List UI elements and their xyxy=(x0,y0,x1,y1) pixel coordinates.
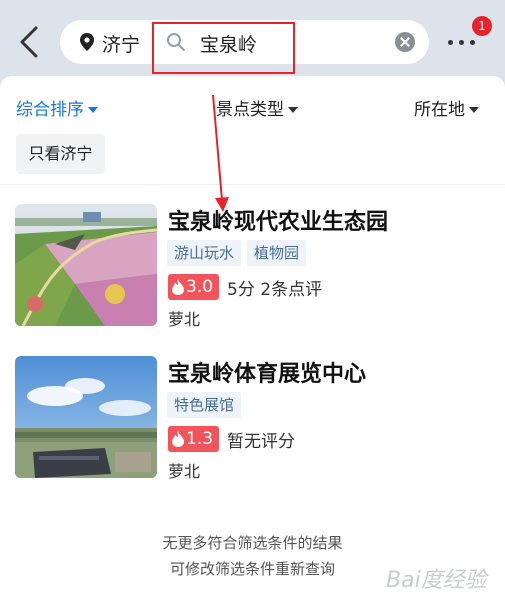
heat-value: 1.3 xyxy=(186,429,214,449)
empty-results-message: 无更多符合筛选条件的结果 xyxy=(162,534,343,552)
tag-list: 特色展馆 xyxy=(167,392,247,418)
district-label: 萝北 xyxy=(168,462,201,481)
heat-value: 3.0 xyxy=(186,277,214,297)
more-options-button[interactable] xyxy=(444,32,480,52)
sort-filter[interactable]: 综合排序 xyxy=(16,95,98,120)
result-card[interactable]: 宝泉岭现代农业生态园 游山玩水 植物园 3.0 5分 2条点评 萝北 xyxy=(0,204,505,334)
clear-icon[interactable] xyxy=(395,32,415,52)
tag: 植物园 xyxy=(247,240,307,266)
caret-down-icon xyxy=(88,107,98,113)
result-thumbnail xyxy=(15,204,157,326)
location-filter-label: 所在地 xyxy=(414,100,465,120)
heat-badge: 3.0 xyxy=(168,274,220,300)
filter-bar: 综合排序 景点类型 所在地 xyxy=(0,76,505,136)
tag-list: 游山玩水 植物园 xyxy=(167,240,312,266)
tag: 特色展馆 xyxy=(167,392,242,418)
location-pin-icon xyxy=(80,33,94,51)
category-filter-label: 景点类型 xyxy=(216,100,284,120)
annotation-highlight-box xyxy=(152,22,295,74)
top-bar: 济宁 宝泉岭 1 xyxy=(0,0,505,86)
divider xyxy=(0,184,505,185)
caret-down-icon xyxy=(469,107,479,113)
back-button[interactable] xyxy=(14,24,46,60)
rating-text: 5分 2条点评 xyxy=(227,279,323,300)
dot-icon xyxy=(448,40,453,45)
rating-text: 暂无评分 xyxy=(227,431,296,452)
only-local-chip[interactable]: 只看济宁 xyxy=(16,134,105,174)
back-arrow-icon xyxy=(20,26,38,58)
caret-down-icon xyxy=(288,107,298,113)
score-row: 1.3 暂无评分 xyxy=(168,426,295,452)
result-thumbnail xyxy=(15,356,157,478)
flame-icon xyxy=(172,279,184,295)
results-sheet: 综合排序 景点类型 所在地 只看济宁 宝泉岭现代农业生态园 游山玩水 植物园 3… xyxy=(0,76,505,613)
farm-photo-image xyxy=(15,204,157,326)
category-filter[interactable]: 景点类型 xyxy=(216,95,298,120)
result-title[interactable]: 宝泉岭现代农业生态园 xyxy=(168,204,388,236)
score-row: 3.0 5分 2条点评 xyxy=(168,274,322,300)
tag: 游山玩水 xyxy=(167,240,242,266)
flame-icon xyxy=(172,431,184,447)
notification-badge: 1 xyxy=(472,16,492,36)
result-title[interactable]: 宝泉岭体育展览中心 xyxy=(168,356,366,388)
heat-badge: 1.3 xyxy=(168,426,220,452)
watermark-logo: Bai度经验 xyxy=(386,568,487,593)
result-card[interactable]: 宝泉岭体育展览中心 特色展馆 1.3 暂无评分 萝北 xyxy=(0,356,505,486)
dot-icon xyxy=(459,40,464,45)
location-filter[interactable]: 所在地 xyxy=(414,95,479,120)
city-selector[interactable]: 济宁 xyxy=(102,30,140,57)
dot-icon xyxy=(470,40,475,45)
sort-filter-label: 综合排序 xyxy=(16,100,84,120)
stadium-photo-image xyxy=(15,356,157,478)
district-label: 萝北 xyxy=(168,310,201,329)
